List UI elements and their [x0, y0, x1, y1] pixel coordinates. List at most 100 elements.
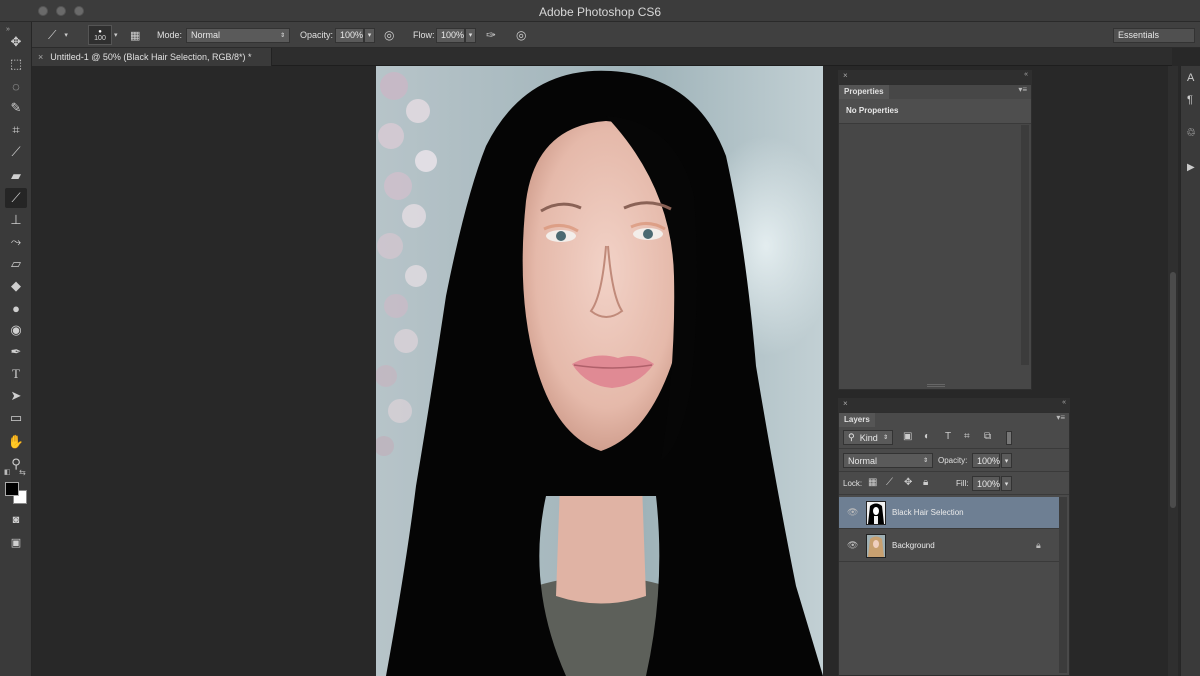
visibility-eye-icon[interactable]: 👁︎ — [847, 540, 858, 551]
brush-icon[interactable]: ⟋ — [5, 188, 27, 208]
filter-type-icon[interactable]: T — [945, 431, 951, 442]
lock-icon: 🔒︎ — [1036, 540, 1041, 550]
opacity-label: Opacity: — [300, 30, 334, 40]
tool-preset-picker[interactable]: ⟋ ▾ — [48, 22, 68, 48]
default-colors-icon[interactable]: ◧ — [4, 468, 11, 476]
close-panel-icon[interactable]: × — [843, 399, 848, 408]
document-tab-bar: × Untitled-1 @ 50% (Black Hair Selection… — [32, 48, 1172, 66]
panel-menu-icon[interactable]: ▾≡ — [1056, 413, 1065, 422]
blend-mode-value: Normal — [848, 455, 878, 466]
filter-pixel-icon[interactable]: ▣ — [903, 431, 912, 442]
layer-name: Black Hair Selection — [892, 508, 964, 517]
brush-size-picker[interactable]: ● 100 ▾ — [88, 22, 118, 48]
filter-toggle-switch[interactable] — [1006, 431, 1012, 445]
collapse-panel-icon[interactable]: « — [1024, 71, 1028, 78]
healing-icon[interactable]: ▰ — [5, 166, 27, 186]
flow-value: 100% — [441, 30, 465, 40]
layer-row[interactable]: 👁︎ Background 🔒︎ — [839, 530, 1059, 562]
close-tab-icon[interactable]: × — [38, 52, 43, 62]
paint-bucket-icon[interactable]: ◆ — [5, 276, 27, 296]
resize-grip-icon[interactable] — [927, 384, 945, 387]
path-select-icon[interactable]: ➤ — [5, 386, 27, 406]
pressure-size-button[interactable]: ◎ — [516, 22, 526, 48]
document-canvas[interactable] — [376, 66, 823, 676]
scrollbar-thumb[interactable] — [1170, 272, 1176, 508]
screen-mode-icon[interactable]: ▣ — [5, 532, 27, 552]
filter-kind-select[interactable]: ⚲ Kind ⇕ — [843, 430, 893, 445]
brush-panel-icon: ▦ — [130, 29, 141, 42]
blur-icon[interactable]: ● — [5, 298, 27, 318]
dodge-icon[interactable]: ◉ — [5, 320, 27, 340]
lock-pixels-icon[interactable]: ⟋ — [886, 477, 893, 488]
filter-smart-object-icon[interactable]: ⧉ — [984, 431, 991, 442]
app-scrollbar[interactable] — [1168, 66, 1178, 676]
document-tab-label: Untitled-1 @ 50% (Black Hair Selection, … — [50, 52, 252, 62]
lasso-icon[interactable]: ◌ — [5, 76, 27, 96]
layer-opacity-field[interactable]: 100% — [972, 453, 1000, 468]
move-icon[interactable]: ✥ — [5, 32, 27, 52]
fill-label: Fill: — [956, 479, 969, 488]
flow-label: Flow: — [413, 30, 435, 40]
mode-select[interactable]: Normal ⇕ — [186, 22, 290, 48]
stamp-icon[interactable]: ⊥ — [5, 210, 27, 230]
airbrush-icon: ✑ — [486, 28, 497, 42]
layer-row[interactable]: 👁︎ Black Hair Selection — [839, 497, 1059, 529]
airbrush-button[interactable]: ✑ — [486, 22, 496, 48]
flow-dropdown[interactable]: ▾ — [465, 27, 476, 43]
lock-all-icon[interactable]: 🔒︎ — [923, 477, 928, 488]
panel-menu-icon[interactable]: ▾≡ — [1018, 85, 1027, 94]
visibility-eye-icon[interactable]: 👁︎ — [847, 507, 858, 518]
filter-adjustment-icon[interactable]: ◐ — [924, 431, 930, 442]
lock-position-icon[interactable]: ✥ — [904, 477, 912, 488]
quick-select-icon[interactable]: ✎ — [5, 98, 27, 118]
collapse-panel-icon[interactable]: « — [1062, 399, 1066, 406]
character-panel-icon[interactable]: A — [1187, 72, 1194, 84]
crop-icon[interactable]: ⌗ — [5, 120, 27, 140]
title-bar: Adobe Photoshop CS6 — [0, 0, 1200, 22]
pen-icon[interactable]: ✒ — [5, 342, 27, 362]
filter-kind-value: Kind — [859, 432, 878, 443]
fill-dropdown[interactable]: ▾ — [1001, 476, 1012, 491]
flow-field[interactable]: 100% ▾ — [436, 22, 476, 48]
close-panel-icon[interactable]: × — [843, 71, 848, 80]
layers-scrollbar[interactable] — [1059, 497, 1067, 673]
eraser-icon[interactable]: ▱ — [5, 254, 27, 274]
marquee-icon[interactable]: ⬚ — [5, 54, 27, 74]
type-icon[interactable]: T — [5, 364, 27, 384]
canvas-image — [376, 66, 823, 676]
adjustments-panel-icon[interactable]: ♲ — [1186, 126, 1196, 139]
opacity-dropdown[interactable]: ▾ — [364, 27, 375, 43]
brush-panel-toggle[interactable]: ▦ — [130, 22, 140, 48]
properties-tab[interactable]: Properties — [839, 85, 889, 99]
rectangle-icon[interactable]: ▭ — [5, 408, 27, 428]
document-tab[interactable]: × Untitled-1 @ 50% (Black Hair Selection… — [32, 48, 272, 66]
opacity-value: 100% — [340, 30, 364, 40]
layers-tab[interactable]: Layers — [839, 413, 875, 427]
layer-thumbnail — [866, 500, 886, 525]
opacity-field[interactable]: 100% ▾ — [335, 22, 375, 48]
layer-opacity-dropdown[interactable]: ▾ — [1001, 453, 1012, 468]
quick-mask-icon[interactable]: ◙ — [5, 510, 27, 530]
properties-panel: Properties ▾≡ No Properties — [838, 84, 1032, 390]
swap-colors-icon[interactable]: ⇆ — [19, 468, 26, 477]
eyedropper-icon[interactable]: ⟋ — [5, 142, 27, 162]
layer-name: Background — [892, 541, 935, 550]
hand-icon[interactable]: ✋ — [5, 432, 27, 452]
layer-opacity-value: 100% — [977, 455, 1001, 466]
actions-panel-icon[interactable]: ▶ — [1187, 162, 1195, 173]
fill-field[interactable]: 100% — [972, 476, 1000, 491]
workspace-select[interactable]: Essentials — [1113, 22, 1195, 48]
updown-icon: ⇕ — [882, 435, 888, 441]
properties-panel-header: × « — [838, 70, 1032, 84]
mode-value: Normal — [191, 30, 221, 40]
lock-transparency-icon[interactable]: ▦ — [868, 477, 877, 488]
chevron-down-icon: ▾ — [64, 32, 68, 39]
foreground-color-swatch[interactable] — [5, 482, 19, 496]
paragraph-panel-icon[interactable]: ¶ — [1187, 94, 1193, 106]
pressure-size-icon: ◎ — [516, 28, 527, 42]
filter-shape-icon[interactable]: ⌗ — [964, 431, 970, 442]
history-brush-icon[interactable]: ⤳ — [5, 232, 27, 252]
blend-mode-select[interactable]: Normal ⇕ — [843, 453, 933, 468]
pressure-opacity-button[interactable]: ◎ — [384, 22, 394, 48]
properties-scrollbar[interactable] — [1021, 125, 1029, 365]
